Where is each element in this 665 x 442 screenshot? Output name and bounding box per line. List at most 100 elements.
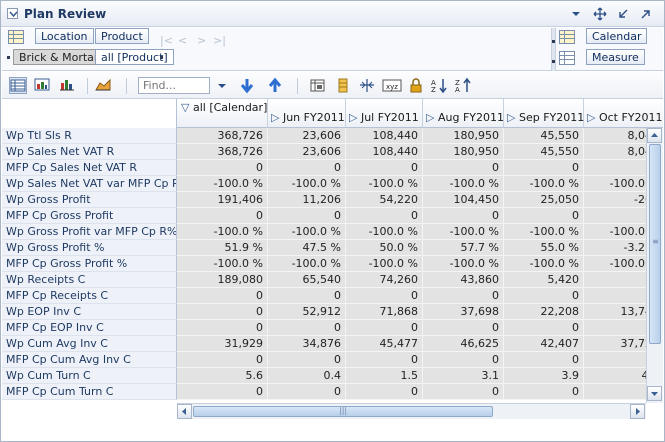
table-cell[interactable]: 31,929 [177,336,268,352]
table-cell[interactable]: 23,606 [268,144,346,160]
chart-grid-view-button[interactable] [34,77,52,94]
show-hide-columns-icon[interactable] [309,77,327,94]
table-cell[interactable]: 0 [177,208,268,224]
chart-view-button[interactable] [59,77,77,94]
tile-location[interactable]: Location [35,28,94,44]
expand-column-icon[interactable]: ▷ [426,111,434,124]
vertical-scrollbar[interactable]: ≡ [646,128,663,403]
scroll-left-button[interactable] [177,404,192,419]
trend-button[interactable] [95,77,113,94]
find-previous-arrow-icon[interactable] [266,77,284,94]
column-header[interactable]: ▷ Sep FY2011 [504,99,584,128]
table-cell[interactable]: -100.0 % [177,176,268,192]
table-cell[interactable]: -100.0 % [177,224,268,240]
row-header[interactable]: Wp Sales Net VAT R [2,144,177,160]
table-cell[interactable]: 0 [177,384,268,400]
table-cell[interactable]: 104,450 [423,192,504,208]
row-header[interactable]: Wp Cum Turn C [2,368,177,384]
maximize-icon[interactable] [639,7,653,21]
table-cell[interactable]: 0 [504,208,584,224]
table-cell[interactable]: 0.4 [268,368,346,384]
table-cell[interactable]: 0 [268,320,346,336]
table-cell[interactable]: 3.9 [504,368,584,384]
table-cell[interactable]: 0 [268,384,346,400]
dropdown-menu-icon[interactable] [569,7,583,21]
table-cell[interactable]: 3.1 [423,368,504,384]
column-header[interactable]: ▷ Aug FY2011 [423,99,504,128]
table-cell[interactable]: -100.0 % [423,176,504,192]
table-cell[interactable]: 0 [177,288,268,304]
first-page-icon[interactable]: |< [160,34,173,47]
table-cell[interactable]: -100.0 % [504,224,584,240]
table-cell[interactable]: 1.5 [346,368,423,384]
expand-column-icon[interactable]: ▷ [349,111,357,124]
horizontal-scroll-thumb[interactable]: ||| [193,406,493,417]
table-cell[interactable]: 0 [423,352,504,368]
table-cell[interactable]: -100.0 % [423,256,504,272]
table-cell[interactable]: 0 [346,384,423,400]
table-cell[interactable]: 191,406 [177,192,268,208]
table-cell[interactable]: 71,868 [346,304,423,320]
table-cell[interactable]: 43,860 [423,272,504,288]
table-cell[interactable]: -100.0 % [504,176,584,192]
grid-view-button[interactable] [9,77,27,94]
table-cell[interactable]: 54,220 [346,192,423,208]
table-cell[interactable]: 0 [504,160,584,176]
row-header[interactable]: MFP Cp Cum Avg Inv C [2,352,177,368]
table-cell[interactable]: 0 [177,304,268,320]
table-cell[interactable]: 55.0 % [504,240,584,256]
row-header[interactable]: MFP Cp Sales Net VAT R [2,160,177,176]
table-cell[interactable]: 57.7 % [423,240,504,256]
row-header[interactable]: MFP Cp EOP Inv C [2,320,177,336]
column-header[interactable]: ▷ Oct FY2011 [584,99,663,128]
table-cell[interactable]: 25,050 [504,192,584,208]
find-options-dropdown-icon[interactable] [215,77,229,94]
sort-ascending-icon[interactable]: AZ [430,77,448,94]
table-cell[interactable]: -100.0 % [268,256,346,272]
table-cell[interactable]: 45,550 [504,144,584,160]
row-header[interactable]: Wp Cum Avg Inv C [2,336,177,352]
move-icon[interactable] [593,7,607,21]
table-cell[interactable]: 51.9 % [177,240,268,256]
column-header-all-calendar[interactable]: ▽ all [Calendar] [177,99,268,128]
row-header[interactable]: Wp Ttl Sls R [2,128,177,144]
table-cell[interactable]: 0 [423,288,504,304]
table-cell[interactable]: 23,606 [268,128,346,144]
table-cell[interactable]: 0 [504,384,584,400]
table-cell[interactable]: -100.0 % [268,224,346,240]
table-cell[interactable]: 22,208 [504,304,584,320]
column-header[interactable]: ▷ Jun FY2011 [268,99,346,128]
table-cell[interactable]: 46,625 [423,336,504,352]
table-cell[interactable]: 42,407 [504,336,584,352]
table-cell[interactable]: 0 [423,208,504,224]
collapse-column-icon[interactable]: ▽ [181,101,189,114]
table-cell[interactable]: 0 [346,288,423,304]
table-cell[interactable]: 0 [504,320,584,336]
split-view-icon[interactable] [358,77,376,94]
tile-calendar[interactable]: Calendar [586,28,648,44]
table-cell[interactable]: 0 [346,208,423,224]
table-cell[interactable]: 108,440 [346,128,423,144]
sort-descending-icon[interactable]: ZA [454,77,472,94]
tile-product[interactable]: Product [95,28,149,44]
column-header[interactable]: ▷ Jul FY2011 [346,99,423,128]
table-cell[interactable]: 108,440 [346,144,423,160]
table-cell[interactable]: 0 [346,160,423,176]
table-cell[interactable]: 45,477 [346,336,423,352]
table-cell[interactable]: 37,698 [423,304,504,320]
table-cell[interactable]: -100.0 % [346,256,423,272]
row-header[interactable]: Wp Sales Net VAT var MFP Cp R% [2,176,177,192]
expand-column-icon[interactable]: ▷ [507,111,515,124]
format-xyz-icon[interactable]: xyz [382,77,402,94]
table-cell[interactable]: 0 [268,208,346,224]
table-cell[interactable]: 0 [177,320,268,336]
find-input[interactable] [138,77,210,94]
freeze-panes-icon[interactable] [334,77,352,94]
table-cell[interactable]: 0 [268,160,346,176]
row-header[interactable]: Wp EOP Inv C [2,304,177,320]
tile-measure[interactable]: Measure [586,49,645,65]
layout-splitter[interactable] [551,28,556,71]
table-cell[interactable]: 0 [268,352,346,368]
table-cell[interactable]: 189,080 [177,272,268,288]
table-cell[interactable]: -100.0 % [423,224,504,240]
